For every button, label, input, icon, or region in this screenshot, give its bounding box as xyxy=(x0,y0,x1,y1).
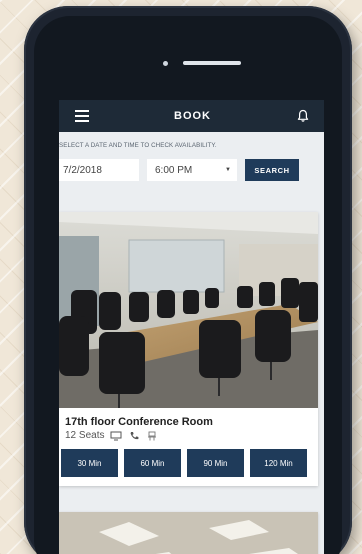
monitor-icon xyxy=(110,431,122,440)
app-header: BOOK xyxy=(59,100,324,132)
chair-icon xyxy=(148,431,157,440)
page-title: BOOK xyxy=(174,110,211,122)
room-photo xyxy=(59,212,318,408)
room-card[interactable] xyxy=(59,512,318,554)
search-filters: 7/2/2018 6:00 PM ▼ SEARCH xyxy=(59,149,324,181)
room-name: 17th floor Conference Room xyxy=(65,416,213,428)
room-photo xyxy=(59,512,318,554)
time-value: 6:00 PM xyxy=(155,164,193,176)
room-card[interactable]: 17th floor Conference Room 12 Seats 30 M… xyxy=(59,212,318,486)
duration-buttons: 30 Min 60 Min 90 Min 120 Min xyxy=(59,441,318,477)
search-button[interactable]: SEARCH xyxy=(245,159,299,181)
seat-count: 12 Seats xyxy=(65,430,105,441)
camera-icon xyxy=(163,61,168,66)
date-field[interactable]: 7/2/2018 xyxy=(59,159,139,181)
app-screen: BOOK SELECT A DATE AND TIME TO CHECK AVA… xyxy=(59,100,324,554)
phone-icon xyxy=(131,431,139,439)
room-meta: 12 Seats xyxy=(59,428,318,441)
hamburger-menu-icon[interactable] xyxy=(75,110,89,122)
duration-90-button[interactable]: 90 Min xyxy=(187,449,244,477)
duration-60-button[interactable]: 60 Min xyxy=(124,449,181,477)
date-value: 7/2/2018 xyxy=(63,164,102,176)
duration-120-button[interactable]: 120 Min xyxy=(250,449,307,477)
availability-instruction: SELECT A DATE AND TIME TO CHECK AVAILABI… xyxy=(59,142,217,149)
duration-30-button[interactable]: 30 Min xyxy=(61,449,118,477)
bell-icon[interactable] xyxy=(296,109,310,123)
time-select[interactable]: 6:00 PM ▼ xyxy=(147,159,237,181)
speaker-grille xyxy=(183,61,241,65)
caret-down-icon: ▼ xyxy=(225,167,231,173)
